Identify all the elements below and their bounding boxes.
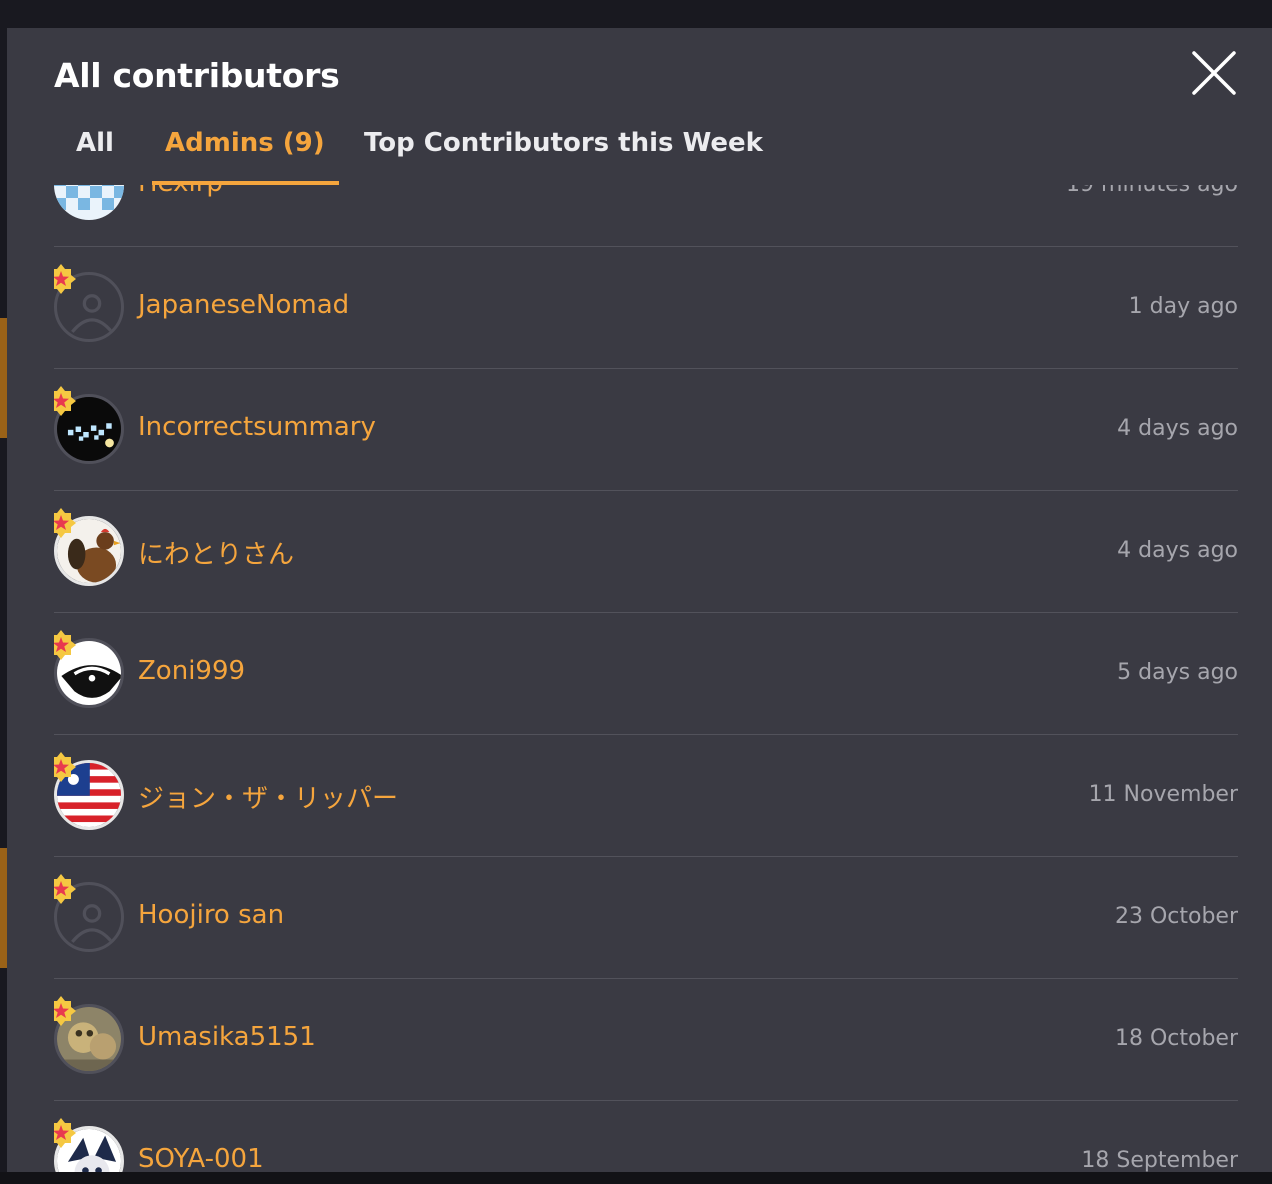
tab-all[interactable]: All <box>76 128 114 178</box>
admin-star-badge-icon <box>54 507 77 539</box>
admin-star-badge-icon <box>54 629 77 661</box>
admin-row: ジョン・ザ・リッパー 11 November <box>54 735 1238 857</box>
contributor-tabs: All Admins (9) Top Contributors this Wee… <box>54 120 1238 186</box>
last-edit-time: 18 September <box>1081 1148 1238 1172</box>
checker-avatar[interactable] <box>54 185 124 220</box>
tab-top-contributors-week[interactable]: Top Contributors this Week <box>364 128 763 178</box>
last-edit-time: 1 day ago <box>1128 294 1238 319</box>
last-edit-time: 4 days ago <box>1117 538 1238 563</box>
last-edit-time: 4 days ago <box>1117 416 1238 441</box>
last-edit-time: 18 October <box>1114 1026 1238 1051</box>
tab-admins[interactable]: Admins (9) <box>165 128 325 178</box>
admin-name[interactable]: にわとりさん <box>138 534 294 571</box>
admin-name[interactable]: Umasika5151 <box>138 1022 316 1052</box>
backdrop-footer <box>0 1172 1272 1184</box>
admin-name[interactable]: Zoni999 <box>138 656 245 686</box>
last-edit-time: 23 October <box>1114 904 1238 929</box>
admin-star-badge-icon <box>54 995 77 1027</box>
admin-row: Hoojiro san 23 October <box>54 857 1238 979</box>
admins-list: Hexirp 19 minutes ago Japanese <box>54 185 1238 1172</box>
admin-row: Zoni999 5 days ago <box>54 613 1238 735</box>
admin-row: にわとりさん 4 days ago <box>54 491 1238 613</box>
contributors-modal: All contributors All Admins (9) Top Cont… <box>7 28 1272 1172</box>
close-icon <box>1192 51 1236 95</box>
backdrop-accent-strip <box>0 848 7 968</box>
admin-row: Hexirp 19 minutes ago <box>54 185 1238 247</box>
last-edit-time: 11 November <box>1088 782 1238 807</box>
admin-row: JapaneseNomad 1 day ago <box>54 247 1238 369</box>
admin-row: Umasika5151 18 October <box>54 979 1238 1101</box>
admin-name[interactable]: Hexirp <box>138 185 223 198</box>
last-edit-time: 19 minutes ago <box>1066 185 1238 197</box>
admin-star-badge-icon <box>54 751 77 783</box>
admin-star-badge-icon <box>54 385 77 417</box>
admin-name[interactable]: Incorrectsummary <box>138 412 376 442</box>
admins-list-scroll[interactable]: Hexirp 19 minutes ago Japanese <box>54 185 1238 1172</box>
last-edit-time: 5 days ago <box>1117 660 1238 685</box>
admin-row: Incorrectsummary 4 days ago <box>54 369 1238 491</box>
close-button[interactable] <box>1190 49 1238 97</box>
backdrop-accent-strip <box>0 318 7 438</box>
admin-name[interactable]: SOYA-001 <box>138 1144 264 1172</box>
admin-name[interactable]: JapaneseNomad <box>138 290 349 320</box>
admin-star-badge-icon <box>54 1117 77 1149</box>
admin-name[interactable]: Hoojiro san <box>138 900 284 930</box>
admin-star-badge-icon <box>54 263 77 295</box>
admin-row: SOYA-001 18 September <box>54 1101 1238 1172</box>
admin-star-badge-icon <box>54 873 77 905</box>
modal-title: All contributors <box>54 56 340 95</box>
admin-name[interactable]: ジョン・ザ・リッパー <box>138 778 398 815</box>
